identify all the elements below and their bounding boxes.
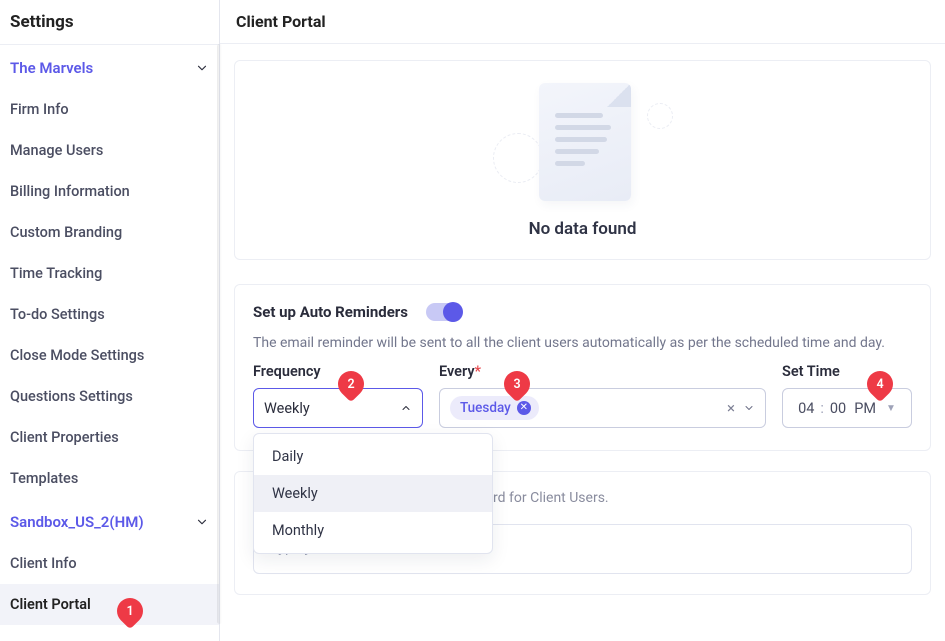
sidebar-item-client-info[interactable]: Client Info [0,543,219,584]
reminders-toggle[interactable] [426,303,462,321]
sidebar-item-questions[interactable]: Questions Settings [0,376,219,417]
every-label-text: Every [439,363,475,380]
frequency-option-monthly[interactable]: Monthly [254,512,492,549]
frequency-label: Frequency [253,363,423,380]
remove-day-icon[interactable]: ✕ [517,401,531,415]
page-title: Client Portal [220,0,945,44]
sidebar-item-todo-settings[interactable]: To-do Settings [0,294,219,335]
day-tag: Tuesday ✕ [450,396,539,420]
every-field: Every* Tuesday ✕ × [439,363,766,428]
frequency-dropdown: Daily Weekly Monthly [253,433,493,554]
empty-state-text: No data found [529,219,637,239]
sidebar-item-close-mode[interactable]: Close Mode Settings [0,335,219,376]
sidebar-item-firm-info[interactable]: Firm Info [0,89,219,130]
time-min: 00 [830,400,846,417]
sidebar-item-manage-users[interactable]: Manage Users [0,130,219,171]
time-hour: 04 [798,400,814,417]
empty-state: No data found [234,60,931,260]
time-ampm: PM [854,400,876,417]
required-asterisk: * [475,363,482,380]
sidebar-item-client-properties[interactable]: Client Properties [0,417,219,458]
time-field: Set Time 04 : 00 PM ▼ [782,363,912,428]
chevron-up-icon [400,402,412,414]
frequency-option-weekly[interactable]: Weekly [254,475,492,512]
sidebar-section-sandbox[interactable]: Sandbox_US_2(HM) [0,499,219,543]
every-label: Every* [439,363,766,380]
every-select[interactable]: Tuesday ✕ × [439,388,766,428]
document-illustration [493,73,673,213]
reminders-title: Set up Auto Reminders [253,303,408,321]
frequency-value: Weekly [264,400,310,417]
dropdown-triangle-icon: ▼ [886,403,896,414]
sidebar-item-custom-branding[interactable]: Custom Branding [0,212,219,253]
time-sep: : [818,400,826,417]
frequency-select[interactable]: Weekly [253,388,423,428]
sidebar-item-templates[interactable]: Templates [0,458,219,499]
chevron-down-icon[interactable] [743,402,755,414]
sidebar-item-time-tracking[interactable]: Time Tracking [0,253,219,294]
chevron-down-icon [195,61,209,75]
frequency-option-daily[interactable]: Daily [254,438,492,475]
auto-reminders-card: Set up Auto Reminders The email reminder… [234,284,931,451]
day-tag-label: Tuesday [460,400,511,416]
sidebar-item-billing[interactable]: Billing Information [0,171,219,212]
reminders-description: The email reminder will be sent to all t… [253,335,912,351]
sidebar-item-client-portal[interactable]: Client Portal [0,584,219,625]
time-label: Set Time [782,363,912,380]
sidebar-title: Settings [0,0,219,45]
chevron-down-icon [195,515,209,529]
sidebar-section-the-marvels[interactable]: The Marvels [0,45,219,89]
sidebar-section-label: The Marvels [10,59,93,77]
time-select[interactable]: 04 : 00 PM ▼ [782,388,912,428]
clear-days-icon[interactable]: × [727,399,735,417]
sidebar-section-label: Sandbox_US_2(HM) [10,513,144,531]
frequency-field: Frequency Weekly Daily Weekly Monthly [253,363,423,428]
main-panel: Client Portal No data found [220,0,945,641]
settings-sidebar: Settings The Marvels Firm Info Manage Us… [0,0,220,641]
